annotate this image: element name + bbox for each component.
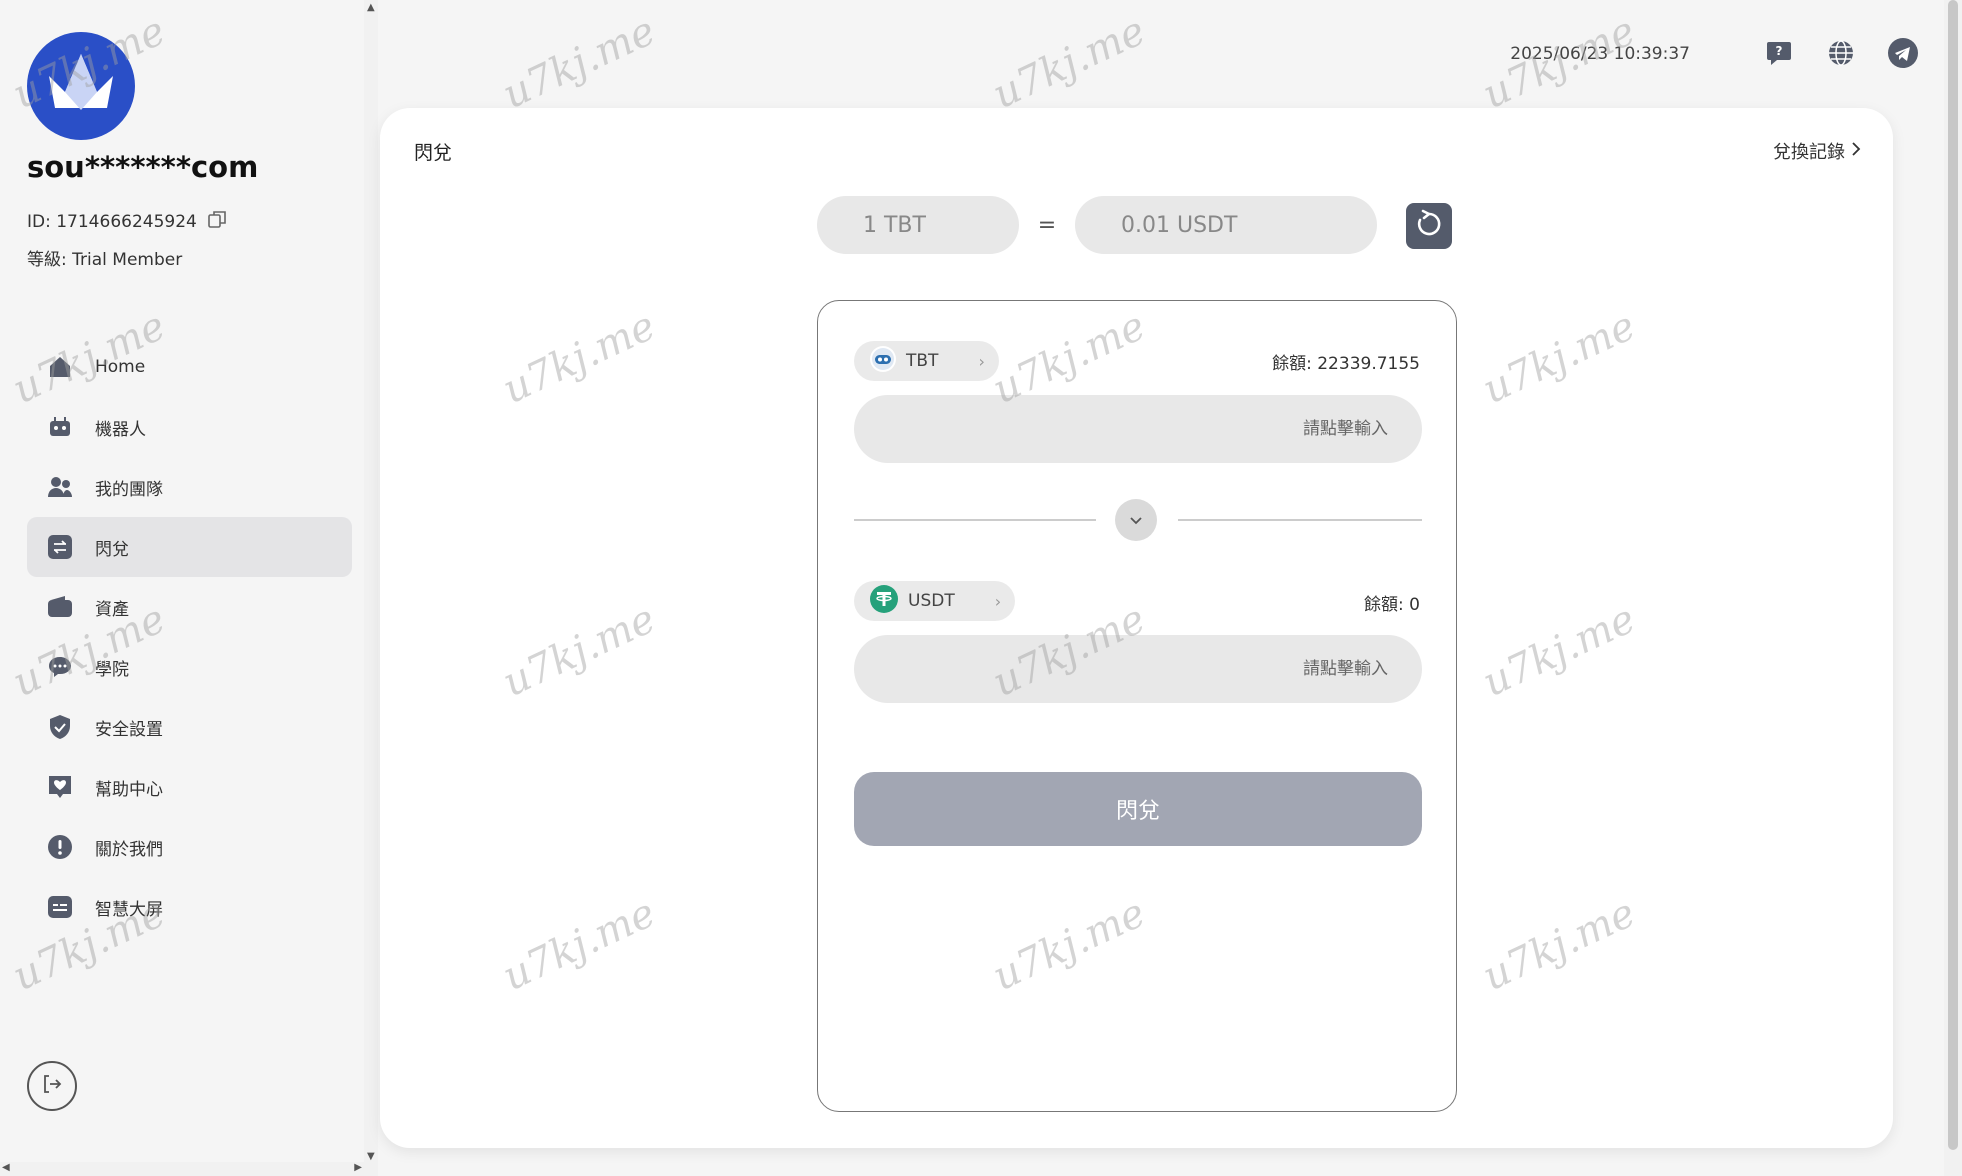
logout-button[interactable] xyxy=(27,1061,77,1111)
robot-icon xyxy=(47,414,73,440)
tbt-token-icon xyxy=(870,346,896,376)
to-token-name: USDT xyxy=(908,591,955,611)
sidebar-item-swap[interactable]: 閃兌 xyxy=(27,517,352,577)
copy-icon[interactable] xyxy=(207,209,227,234)
swap-card: 閃兌 兌換記錄 1 TBT = 0.01 USDT TBT › 餘額: 2233… xyxy=(380,108,1893,1148)
from-balance: 餘額: 22339.7155 xyxy=(1272,354,1420,374)
support-chat-icon[interactable]: ? xyxy=(1764,38,1794,68)
help-heart-icon xyxy=(47,774,73,800)
sidebar-item-assets[interactable]: 資產 xyxy=(27,577,352,637)
sidebar-item-label: Home xyxy=(95,357,146,377)
current-datetime: 2025/06/23 10:39:37 xyxy=(1510,44,1690,64)
sidebar-item-team[interactable]: 我的團隊 xyxy=(27,457,352,517)
sidebar-nav: Home 機器人 我的團隊 閃兌 資產 學院 安全設置 幫助中心 關於我們 智慧… xyxy=(27,337,352,937)
to-balance: 餘額: 0 xyxy=(1364,595,1420,615)
refresh-icon xyxy=(1414,209,1444,243)
exchange-history-label: 兌換記錄 xyxy=(1773,142,1845,163)
divider-left xyxy=(854,519,1096,521)
sidebar-item-label: 安全設置 xyxy=(95,719,163,740)
sidebar: sou*******com ID: 1714666245924 等級: Tria… xyxy=(0,0,364,1176)
chevron-right-icon xyxy=(1851,141,1861,162)
sidebar-item-robot[interactable]: 機器人 xyxy=(27,397,352,457)
member-level: 等級: Trial Member xyxy=(27,250,183,270)
scroll-down-arrow-icon[interactable]: ▼ xyxy=(367,1151,375,1162)
scroll-left-arrow-icon[interactable]: ◀ xyxy=(2,1162,10,1173)
chat-icon xyxy=(47,654,73,680)
username: sou*******com xyxy=(27,150,259,184)
page-scrollbar[interactable] xyxy=(1944,0,1962,1176)
home-icon xyxy=(47,354,73,380)
team-icon xyxy=(47,474,73,500)
logout-icon xyxy=(41,1073,63,1099)
sidebar-item-smart-screen[interactable]: 智慧大屏 xyxy=(27,877,352,937)
rate-from: 1 TBT xyxy=(817,196,1019,254)
from-token-selector[interactable]: TBT › xyxy=(854,341,999,381)
sidebar-item-label: 我的團隊 xyxy=(95,479,163,500)
svg-text:?: ? xyxy=(1776,44,1783,58)
sidebar-item-academy[interactable]: 學院 xyxy=(27,637,352,697)
from-token-name: TBT xyxy=(906,351,939,371)
divider-right xyxy=(1178,519,1422,521)
to-amount-input[interactable] xyxy=(854,635,1422,703)
rate-to: 0.01 USDT xyxy=(1075,196,1377,254)
sidebar-item-home[interactable]: Home xyxy=(27,337,352,397)
language-globe-icon[interactable] xyxy=(1826,38,1856,68)
swap-form: TBT › 餘額: 22339.7155 USDT › 餘額: 0 閃兌 xyxy=(817,300,1457,1112)
info-icon xyxy=(47,834,73,860)
sidebar-item-help[interactable]: 幫助中心 xyxy=(27,757,352,817)
sidebar-horizontal-scrollbar[interactable]: ◀ ▶ xyxy=(0,1162,364,1176)
sidebar-item-label: 智慧大屏 xyxy=(95,899,163,920)
rate-equals: = xyxy=(1037,212,1057,238)
wallet-icon xyxy=(47,594,73,620)
user-id-text: ID: 1714666245924 xyxy=(27,211,197,232)
sidebar-item-security[interactable]: 安全設置 xyxy=(27,697,352,757)
page-title: 閃兌 xyxy=(414,142,453,164)
exchange-rate: 1 TBT = 0.01 USDT xyxy=(817,196,1377,254)
swap-submit-button[interactable]: 閃兌 xyxy=(854,772,1422,846)
swap-icon xyxy=(47,534,73,560)
exchange-history-link[interactable]: 兌換記錄 xyxy=(1773,138,1861,164)
user-id: ID: 1714666245924 xyxy=(27,209,227,234)
scroll-right-arrow-icon[interactable]: ▶ xyxy=(354,1162,362,1173)
top-bar: 2025/06/23 10:39:37 ? xyxy=(378,0,1944,108)
refresh-rate-button[interactable] xyxy=(1406,203,1452,249)
sidebar-item-label: 資產 xyxy=(95,599,129,620)
sidebar-item-label: 學院 xyxy=(95,659,129,680)
sidebar-item-about[interactable]: 關於我們 xyxy=(27,817,352,877)
screen-icon xyxy=(47,894,73,920)
sidebar-item-label: 關於我們 xyxy=(95,839,163,860)
scroll-up-arrow-icon[interactable]: ▲ xyxy=(367,2,375,13)
chevron-down-icon xyxy=(1129,511,1143,530)
sidebar-item-label: 機器人 xyxy=(95,419,146,440)
swap-direction-button[interactable] xyxy=(1115,499,1157,541)
sidebar-item-label: 閃兌 xyxy=(95,539,129,560)
avatar xyxy=(27,32,135,140)
from-amount-input[interactable] xyxy=(854,395,1422,463)
sidebar-item-label: 幫助中心 xyxy=(95,779,163,800)
telegram-icon[interactable] xyxy=(1888,38,1918,68)
chevron-right-icon: › xyxy=(994,591,1002,611)
to-token-selector[interactable]: USDT › xyxy=(854,581,1016,621)
chevron-right-icon: › xyxy=(978,351,985,371)
shield-icon xyxy=(47,714,73,740)
sidebar-scrollbar[interactable]: ▲ ▼ xyxy=(364,0,378,1176)
usdt-token-icon xyxy=(870,585,898,617)
page-scrollbar-thumb[interactable] xyxy=(1948,0,1958,1150)
